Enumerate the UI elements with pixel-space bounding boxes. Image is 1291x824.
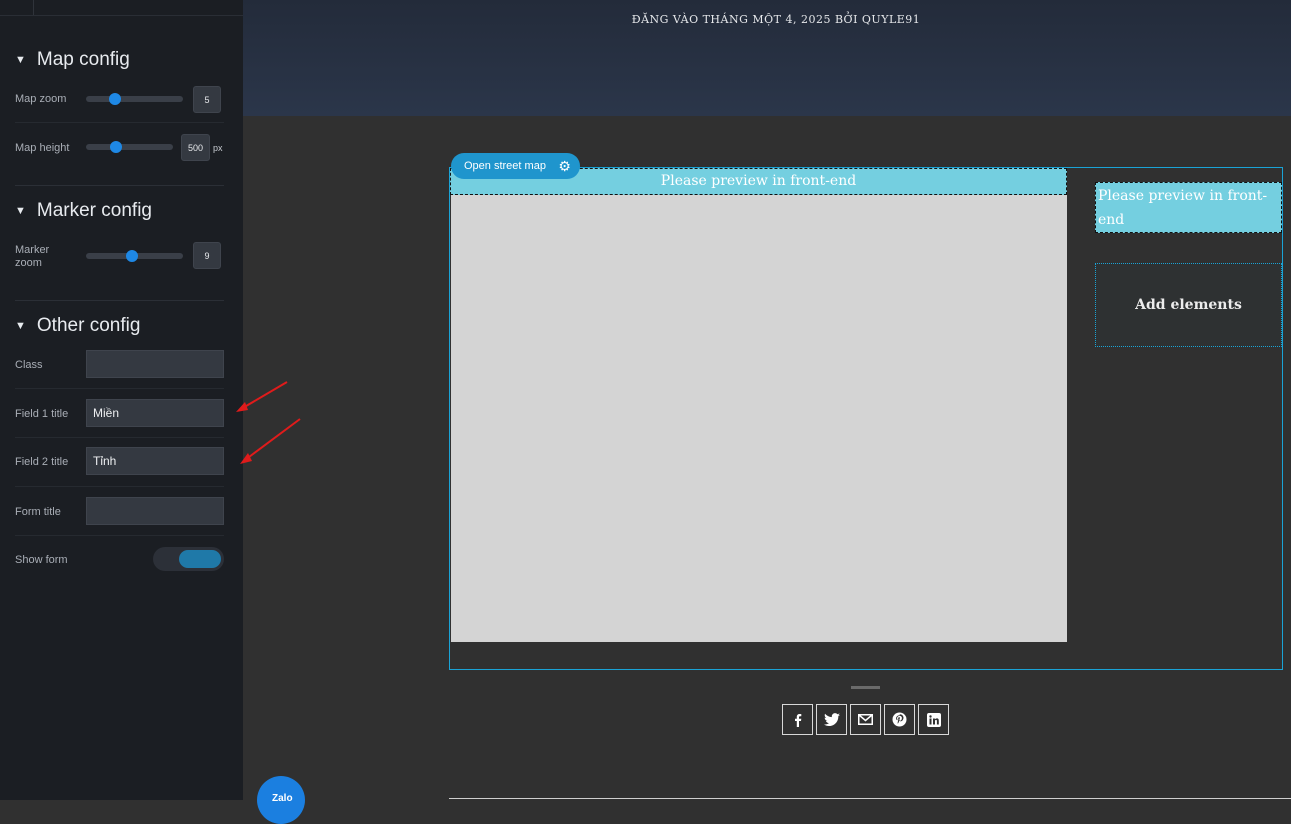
facebook-icon	[794, 713, 801, 727]
show-form-toggle-knob[interactable]	[179, 550, 221, 568]
marker-zoom-value[interactable]: 9	[193, 242, 221, 269]
marker-zoom-label: Marker zoom	[15, 244, 50, 269]
divider	[851, 686, 880, 689]
marker-config-header[interactable]: ▼ Marker config	[15, 200, 152, 222]
zalo-chat-button[interactable]: Zalo	[257, 776, 305, 824]
show-form-label: Show form	[15, 553, 68, 566]
form-title-label: Form title	[15, 505, 61, 518]
add-elements-button[interactable]: Add elements	[1095, 263, 1282, 347]
caret-down-icon: ▼	[15, 54, 26, 66]
section-divider	[15, 185, 224, 186]
map-zoom-value[interactable]: 5	[193, 86, 221, 113]
annotation-arrow	[236, 381, 288, 412]
zalo-label: Zalo	[272, 793, 293, 804]
map-height-label: Map height	[15, 141, 70, 154]
form-title-input[interactable]	[86, 497, 224, 525]
annotation-arrow	[240, 418, 301, 464]
twitter-icon	[823, 712, 840, 726]
field1-label: Field 1 title	[15, 407, 69, 420]
footer-divider	[449, 798, 1291, 799]
twitter-share-button[interactable]	[816, 704, 847, 735]
map-zoom-label: Map zoom	[15, 92, 67, 105]
field2-title-input[interactable]: Tỉnh	[86, 447, 224, 475]
caret-down-icon: ▼	[15, 320, 26, 332]
other-config-header[interactable]: ▼ Other config	[15, 315, 140, 337]
show-form-toggle[interactable]	[153, 547, 224, 571]
marker-config-title: Marker config	[36, 200, 152, 221]
gear-icon[interactable]: ⚙	[558, 158, 571, 175]
map-config-title: Map config	[36, 49, 130, 70]
map-zoom-slider[interactable]	[86, 93, 183, 105]
row-divider	[15, 437, 224, 438]
row-divider	[15, 486, 224, 487]
settings-sidebar: ▼ Map config Map zoom 5 Map height 500 p…	[0, 0, 243, 800]
pinterest-icon	[892, 712, 907, 727]
map-preview-area[interactable]	[451, 195, 1067, 642]
map-height-unit: px	[213, 143, 223, 153]
field1-title-input[interactable]: Miền	[86, 399, 224, 427]
row-divider	[15, 122, 224, 123]
add-elements-label: Add elements	[1135, 297, 1242, 313]
map-height-value[interactable]: 500	[181, 134, 210, 161]
row-divider	[15, 388, 224, 389]
linkedin-share-button[interactable]	[918, 704, 949, 735]
side-preview-box: Please preview in front-end	[1095, 182, 1282, 233]
post-meta: ĐĂNG VÀO THÁNG MỘT 4, 2025 BỞI QUYLE91	[631, 13, 921, 26]
facebook-share-button[interactable]	[782, 704, 813, 735]
section-divider	[15, 300, 224, 301]
share-buttons	[782, 704, 949, 735]
marker-zoom-slider-thumb[interactable]	[125, 250, 138, 262]
linkedin-icon	[926, 712, 941, 727]
email-share-button[interactable]	[850, 704, 881, 735]
map-zoom-slider-thumb[interactable]	[109, 93, 122, 105]
other-config-title: Other config	[36, 315, 141, 336]
class-input[interactable]	[86, 350, 224, 378]
map-tag-label: Open street map	[464, 160, 546, 172]
caret-down-icon: ▼	[15, 205, 26, 217]
open-street-map-tag[interactable]: Open street map ⚙	[451, 153, 580, 179]
pinterest-share-button[interactable]	[884, 704, 915, 735]
row-divider	[15, 535, 224, 536]
map-height-slider[interactable]	[86, 141, 173, 153]
post-header: ĐĂNG VÀO THÁNG MỘT 4, 2025 BỞI QUYLE91	[243, 0, 1291, 116]
topbar-separator	[33, 0, 34, 15]
class-label: Class	[15, 358, 43, 371]
map-config-header[interactable]: ▼ Map config	[15, 49, 130, 71]
sidebar-topbar	[0, 0, 243, 16]
marker-zoom-slider[interactable]	[86, 250, 183, 262]
field2-label: Field 2 title	[15, 455, 69, 468]
email-icon	[858, 714, 873, 725]
